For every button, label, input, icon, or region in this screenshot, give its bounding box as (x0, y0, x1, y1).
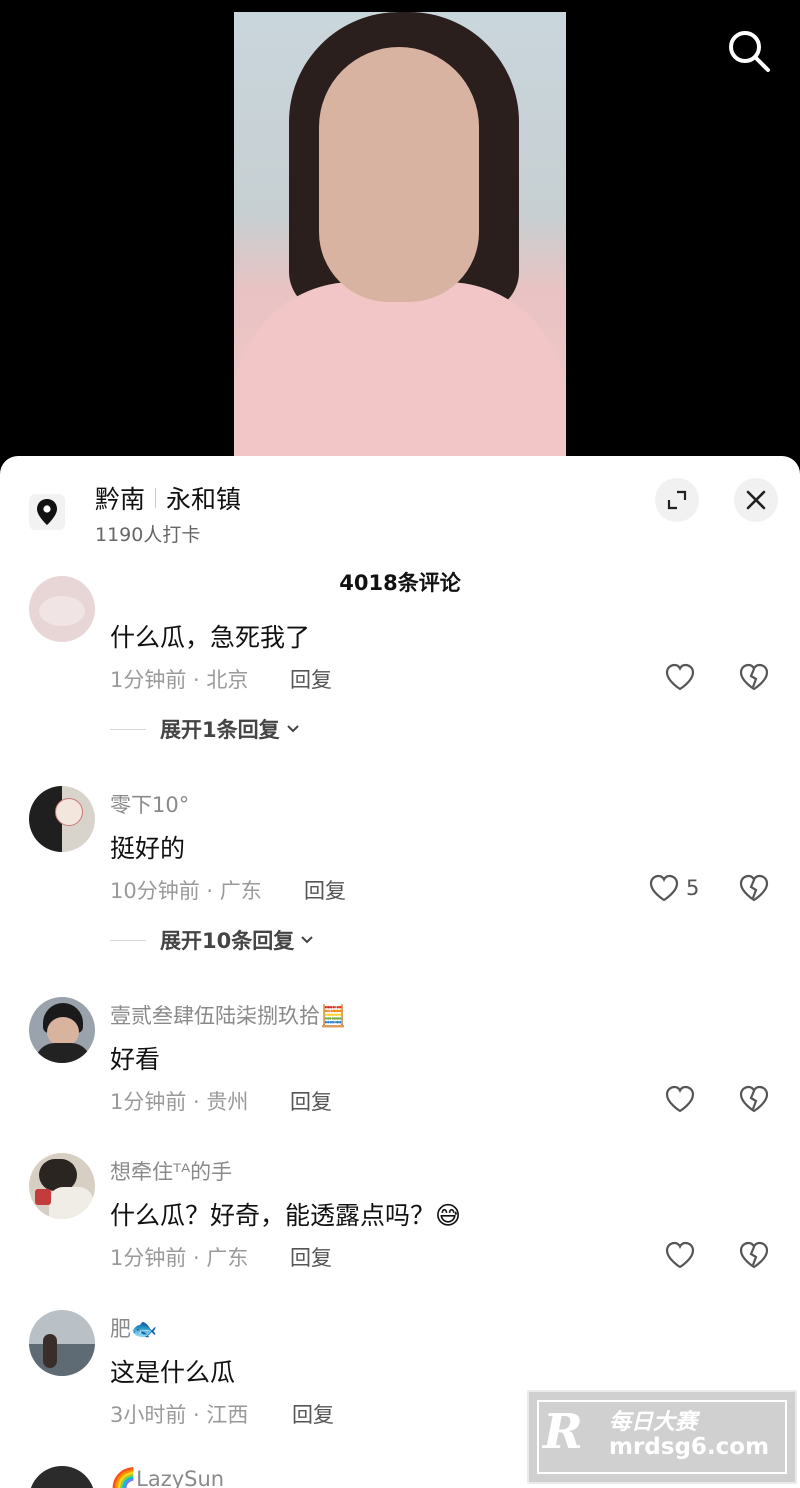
expand-divider (110, 728, 146, 730)
comment-meta: 1分钟前 · 北京 (110, 668, 249, 692)
dislike-button[interactable] (738, 1240, 770, 1274)
dislike-button[interactable] (738, 873, 770, 907)
heart-icon (665, 1241, 695, 1269)
like-button[interactable]: 5 (648, 873, 699, 903)
comment-sheet: 黔南 永和镇 1190人打卡 4018条评论 什么瓜，急死我了 1分钟前 · 北… (0, 456, 800, 1488)
dislike-button[interactable] (738, 662, 770, 696)
comment-username[interactable]: 肥🐟 (110, 1313, 157, 1343)
broken-heart-icon (739, 663, 769, 691)
chevron-down-icon (286, 725, 299, 733)
expand-replies-label: 展开1条回复 (160, 718, 280, 742)
comment-item: 壹贰叁肆伍陆柒捌玖拾🧮 好看 1分钟前 · 贵州 回复 (0, 997, 800, 1117)
reply-button[interactable]: 回复 (290, 1242, 332, 1272)
location-place: 永和镇 (166, 485, 242, 514)
video-area[interactable] (0, 0, 800, 470)
watermark-name: 每日大赛 (609, 1410, 698, 1435)
search-button[interactable] (724, 26, 774, 76)
comment-item: 想牵住ᵀᴬ的手 什么瓜？好奇，能透露点吗？😅 1分钟前 · 广东 回复 (0, 1153, 800, 1273)
expand-divider (110, 939, 146, 941)
reply-button[interactable]: 回复 (290, 1086, 332, 1116)
location-title[interactable]: 黔南 永和镇 (95, 480, 241, 516)
expand-replies-label: 展开10条回复 (160, 929, 295, 953)
dislike-button[interactable] (738, 1084, 770, 1118)
close-icon (746, 490, 766, 510)
expand-replies-button[interactable]: 展开1条回复 (110, 714, 302, 744)
comment-meta: 1分钟前 · 贵州 (110, 1090, 249, 1114)
comment-meta: 10分钟前 · 广东 (110, 879, 262, 903)
comment-item: 零下10° 挺好的 10分钟前 · 广东 回复 5 展开10条回复 (0, 786, 800, 956)
like-button[interactable] (664, 1240, 696, 1270)
broken-heart-icon (739, 1085, 769, 1113)
video-subject-face (319, 47, 479, 302)
video-frame[interactable] (234, 12, 566, 462)
expand-replies-button[interactable]: 展开10条回复 (110, 925, 316, 955)
location-separator (155, 488, 157, 508)
comment-item: 什么瓜，急死我了 1分钟前 · 北京 回复 展开1条回复 (0, 576, 800, 746)
search-icon (729, 31, 770, 72)
heart-icon (665, 1085, 695, 1113)
comment-username[interactable]: 零下10° (110, 789, 189, 819)
avatar[interactable] (29, 1466, 95, 1488)
comment-text: 挺好的 (110, 834, 186, 863)
avatar[interactable] (29, 997, 95, 1063)
close-button[interactable] (734, 478, 778, 522)
expand-button[interactable] (655, 478, 699, 522)
heart-icon (649, 874, 679, 902)
broken-heart-icon (739, 1241, 769, 1269)
expand-icon (667, 490, 687, 510)
broken-heart-icon (739, 874, 769, 902)
location-checkins: 1190人打卡 (95, 524, 201, 546)
like-button[interactable] (664, 662, 696, 692)
watermark-r-mark: R (543, 1404, 583, 1460)
chevron-down-icon (301, 936, 313, 944)
comment-meta: 1分钟前 · 广东 (110, 1246, 249, 1270)
comment-count-header: 4018条评论 (339, 571, 461, 595)
comment-username[interactable]: 想牵住ᵀᴬ的手 (110, 1156, 232, 1186)
comment-text: 好看 (110, 1045, 161, 1074)
avatar[interactable] (29, 1310, 95, 1376)
like-button[interactable] (664, 1084, 696, 1114)
reply-button[interactable]: 回复 (292, 1399, 334, 1429)
comment-username[interactable]: 壹贰叁肆伍陆柒捌玖拾🧮 (110, 1000, 346, 1030)
avatar[interactable] (29, 576, 95, 642)
avatar[interactable] (29, 1153, 95, 1219)
comment-text: 什么瓜，急死我了 (110, 623, 311, 652)
comment-meta: 3小时前 · 江西 (110, 1403, 249, 1427)
location-region: 黔南 (95, 485, 146, 514)
video-subject-shirt (234, 282, 566, 462)
reply-button[interactable]: 回复 (304, 875, 346, 905)
comment-username[interactable]: 🌈LazySun (110, 1467, 224, 1488)
comment-text: 什么瓜？好奇，能透露点吗？😅 (110, 1201, 462, 1230)
avatar[interactable] (29, 786, 95, 852)
like-count: 5 (686, 876, 700, 900)
comment-text: 这是什么瓜 (110, 1358, 236, 1387)
heart-icon (665, 663, 695, 691)
watermark-logo: R 每日大赛 mrdsg6.com (527, 1390, 797, 1484)
location-pin-icon (29, 494, 65, 530)
watermark-url: mrdsg6.com (609, 1434, 770, 1460)
reply-button[interactable]: 回复 (290, 664, 332, 694)
